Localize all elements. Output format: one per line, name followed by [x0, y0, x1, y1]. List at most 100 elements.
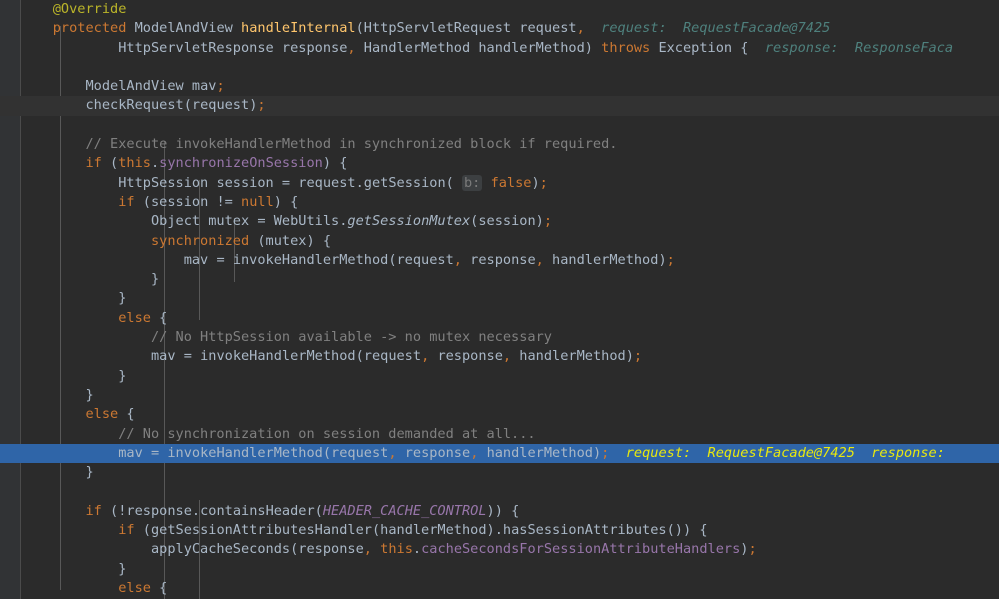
token-keyword-else-31: else — [118, 579, 151, 596]
token-class-webutils: WebUtils — [273, 213, 340, 230]
token-param-handlermethod: handlerMethod — [478, 39, 585, 56]
code-line-12[interactable]: Object mutex = WebUtils.getSessionMutex(… — [0, 212, 999, 231]
token-arg-handlermethod-14: handlerMethod — [552, 251, 659, 268]
code-line-6[interactable]: checkRequest(request); — [0, 96, 999, 116]
token-param-response: response — [281, 39, 348, 56]
code-line-29[interactable]: applyCacheSeconds(response, this.cacheSe… — [0, 540, 999, 559]
debug-hint-response-line3: response: ResponseFaca — [764, 39, 954, 56]
token-keyword-if-9: if — [85, 155, 102, 172]
code-line-1[interactable]: @Override — [0, 0, 999, 19]
token-keyword-protected: protected — [52, 20, 127, 37]
token-keyword-else-17: else — [118, 309, 151, 326]
token-arg-response-27: response — [126, 502, 192, 519]
code-line-25[interactable]: } — [0, 463, 999, 482]
token-var-session: session — [216, 174, 274, 191]
token-var-mav-19: mav — [150, 348, 176, 365]
token-static-method-getsessionmutex: getSessionMutex — [347, 213, 471, 230]
token-arg-handlermethod-28: handlerMethod — [380, 522, 487, 539]
code-lines[interactable]: @Override protected ModelAndView handleI… — [0, 0, 999, 599]
code-line-26-blank[interactable] — [0, 482, 999, 501]
token-arg-handlermethod-19: handlerMethod — [519, 348, 626, 365]
code-line-2[interactable]: protected ModelAndView handleInternal(Ht… — [0, 19, 999, 38]
token-keyword-if-27: if — [85, 502, 102, 519]
token-comment-execute: // Execute invokeHandlerMethod in synchr… — [85, 136, 618, 153]
token-keyword-false: false — [490, 174, 532, 191]
token-arg-response-24: response — [404, 444, 471, 461]
code-line-19[interactable]: mav = invokeHandlerMethod(request, respo… — [0, 347, 999, 366]
token-var-mutex: mutex — [208, 213, 250, 230]
token-type-exception: Exception — [658, 39, 733, 56]
debug-hint-response-line24: response: — [871, 444, 945, 461]
code-line-23[interactable]: // No synchronization on session demande… — [0, 425, 999, 444]
token-var-session-11: session — [150, 193, 209, 210]
token-call-checkrequest: checkRequest — [85, 97, 184, 114]
token-const-header-cache-control: HEADER_CACHE_CONTROL — [322, 502, 487, 519]
code-line-27[interactable]: if (!response.containsHeader(HEADER_CACH… — [0, 502, 999, 521]
code-line-9[interactable]: if (this.synchronizeOnSession) { — [0, 154, 999, 173]
token-type-modelandview: ModelAndView — [134, 20, 233, 37]
token-keyword-this-29: this — [380, 541, 413, 558]
code-line-5[interactable]: ModelAndView mav; — [0, 77, 999, 96]
token-param-request: request — [519, 20, 577, 37]
token-comment-no-httpsession: // No HttpSession available -> no mutex … — [150, 329, 552, 346]
token-keyword-throws: throws — [601, 39, 651, 56]
token-var-mav-14: mav — [183, 251, 209, 268]
token-arg-request-14: request — [396, 251, 454, 268]
code-line-11[interactable]: if (session != null) { — [0, 193, 999, 212]
code-line-7-blank[interactable] — [0, 116, 999, 135]
token-type-modelandview-local: ModelAndView — [85, 78, 184, 95]
token-keyword-if-28: if — [118, 522, 135, 539]
code-line-4-blank[interactable] — [0, 58, 999, 77]
token-call-invokehandlermethod-14: invokeHandlerMethod — [232, 251, 389, 268]
code-line-15[interactable]: } — [0, 270, 999, 289]
code-line-10[interactable]: HttpSession session = request.getSession… — [0, 174, 999, 193]
debug-hint-request-line24: request: RequestFacade@7425 — [625, 444, 855, 461]
token-call-invokehandlermethod-24: invokeHandlerMethod — [167, 444, 323, 461]
token-annotation-override: @Override — [52, 1, 127, 17]
token-type-object: Object — [150, 213, 201, 230]
token-var-mav-24: mav — [118, 444, 143, 461]
token-type-httpsession: HttpSession — [118, 174, 209, 191]
token-keyword-null: null — [241, 193, 274, 210]
token-keyword-if-11: if — [118, 193, 135, 210]
token-call-containsheader: containsHeader — [200, 502, 315, 519]
code-editor[interactable]: @Override protected ModelAndView handleI… — [0, 0, 999, 599]
token-comment-no-sync: // No synchronization on session demande… — [118, 425, 536, 442]
code-line-30[interactable]: } — [0, 560, 999, 579]
token-arg-request-10: request — [298, 174, 356, 191]
param-hint-b: b: — [462, 174, 483, 191]
token-call-getsessionattributeshandler: getSessionAttributesHandler — [150, 522, 372, 539]
code-line-8[interactable]: // Execute invokeHandlerMethod in synchr… — [0, 135, 999, 154]
token-method-handleinternal: handleInternal — [241, 20, 356, 37]
token-keyword-this-9: this — [118, 155, 151, 172]
code-line-16[interactable]: } — [0, 289, 999, 308]
token-keyword-synchronized: synchronized — [150, 232, 250, 249]
token-type-httpservletrequest: HttpServletRequest — [363, 20, 512, 37]
code-line-28[interactable]: if (getSessionAttributesHandler(handlerM… — [0, 521, 999, 540]
token-arg-request-24: request — [331, 444, 389, 461]
code-line-3[interactable]: HttpServletResponse response, HandlerMet… — [0, 39, 999, 58]
token-arg-response-19: response — [437, 348, 503, 365]
token-arg-request-19: request — [363, 348, 422, 365]
token-arg-response-29: response — [298, 541, 364, 558]
code-line-22[interactable]: else { — [0, 405, 999, 424]
token-arg-request: request — [191, 97, 250, 114]
code-line-18[interactable]: // No HttpSession available -> no mutex … — [0, 328, 999, 347]
token-field-synchronizeonsession: synchronizeOnSession — [159, 155, 323, 172]
code-line-31[interactable]: else { — [0, 579, 999, 598]
token-type-handlermethod: HandlerMethod — [363, 39, 471, 56]
token-arg-session-12: session — [478, 213, 536, 230]
token-call-applycacheseconds: applyCacheSeconds — [150, 541, 291, 558]
token-arg-response-14: response — [470, 251, 536, 268]
token-var-mav: mav — [191, 78, 217, 95]
token-type-httpservletresponse: HttpServletResponse — [118, 39, 274, 56]
token-keyword-else-22: else — [85, 406, 119, 423]
code-line-21[interactable]: } — [0, 386, 999, 405]
token-arg-mutex-13: mutex — [265, 232, 307, 249]
code-line-20[interactable]: } — [0, 367, 999, 386]
code-line-17[interactable]: else { — [0, 309, 999, 328]
debug-hint-request-line2: request: RequestFacade@7425 — [601, 20, 831, 37]
code-line-13[interactable]: synchronized (mutex) { — [0, 232, 999, 251]
code-line-14[interactable]: mav = invokeHandlerMethod(request, respo… — [0, 251, 999, 270]
code-line-24-current[interactable]: mav = invokeHandlerMethod(request, respo… — [0, 443, 999, 464]
